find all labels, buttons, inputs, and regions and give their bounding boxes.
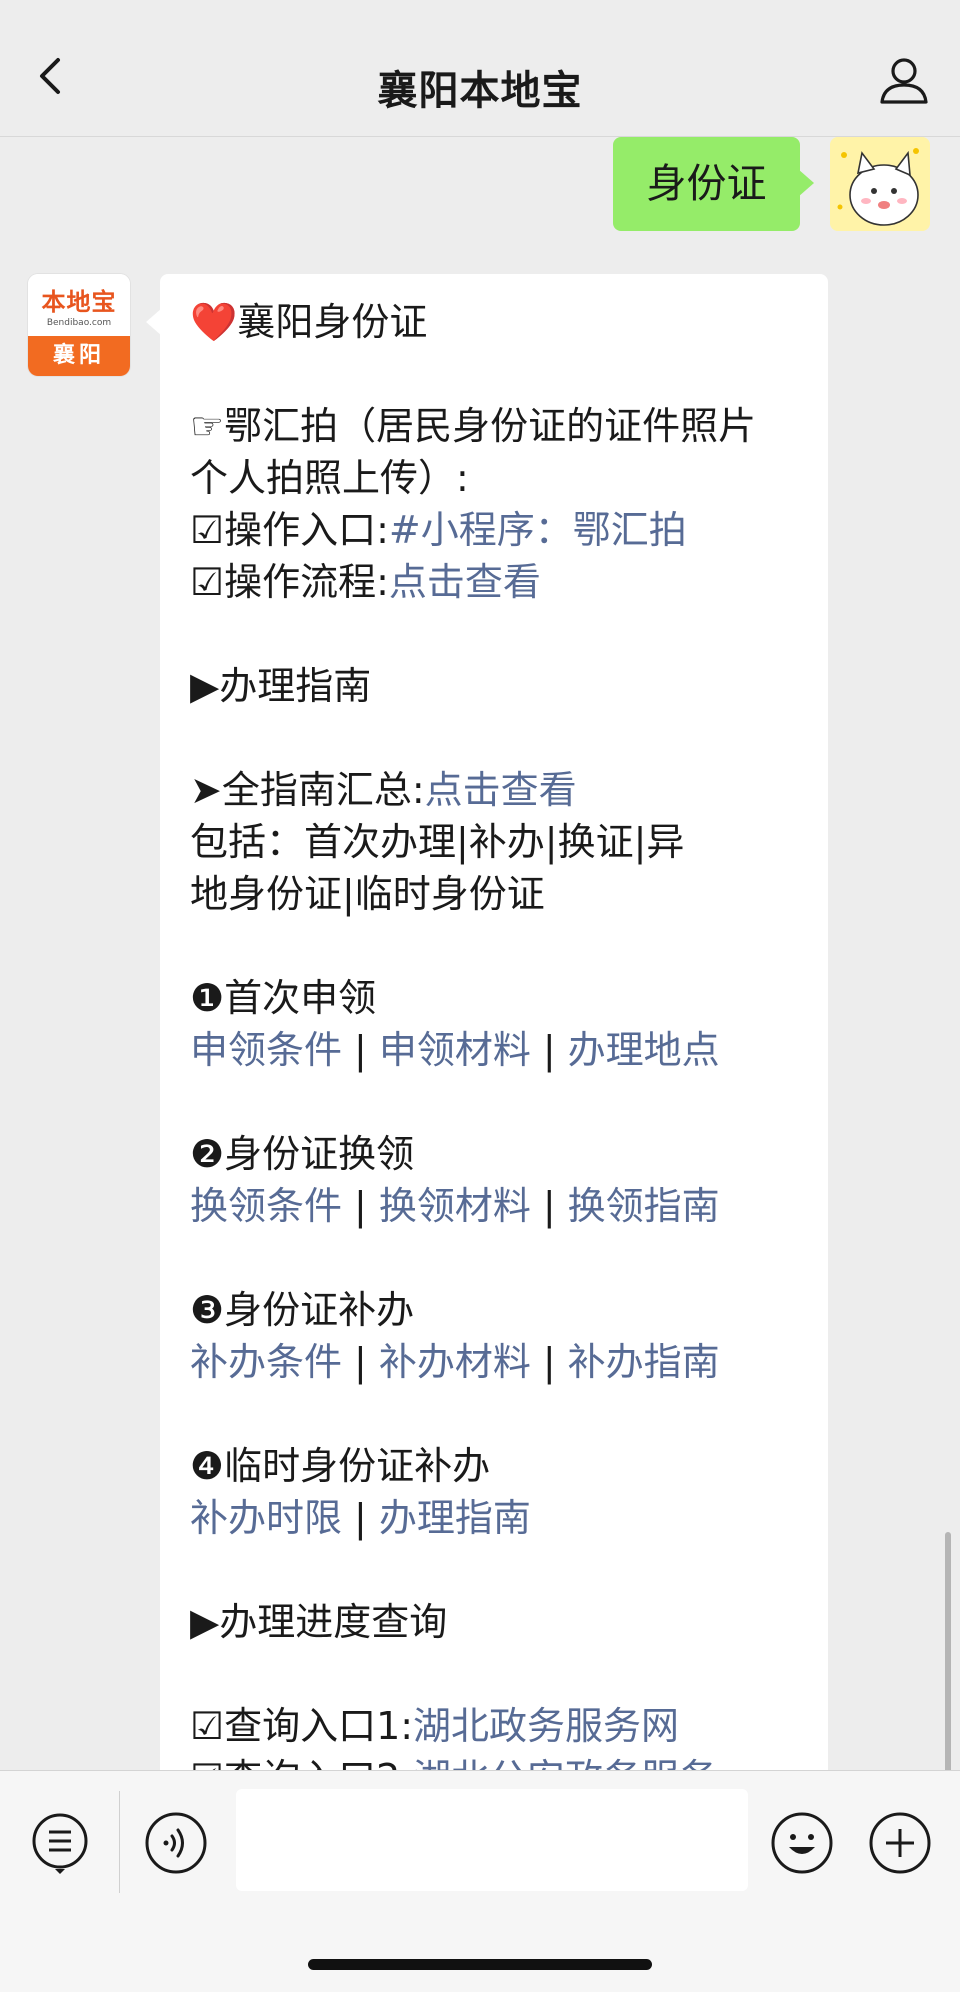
apply-locations-link[interactable]: 办理地点: [568, 1028, 720, 1072]
includes-line2: 地身份证|临时身份证: [190, 872, 545, 916]
bot-avatar[interactable]: 本地宝 Bendibao.com 襄阳: [28, 274, 130, 376]
message-title: ❤️襄阳身份证: [190, 300, 428, 344]
entry-line: ☑操作入口:#小程序：鄂汇拍: [190, 504, 810, 556]
entry-label: ☑操作入口:: [190, 508, 389, 552]
chat-title: 襄阳本地宝: [377, 68, 583, 114]
user-avatar[interactable]: [830, 137, 930, 231]
cat-sticker-icon: [830, 137, 930, 231]
logo-text: 本地宝: [41, 288, 117, 316]
section-temporary-links: 补办时限 | 办理指南: [190, 1496, 531, 1540]
process-view-link[interactable]: 点击查看: [389, 560, 541, 604]
section-first-apply-links: 申领条件 | 申领材料 | 办理地点: [190, 1028, 720, 1072]
scrollbar[interactable]: [945, 1532, 951, 1770]
progress-heading: ▶办理进度查询: [190, 1600, 448, 1644]
renewal-conditions-link[interactable]: 换领条件: [190, 1184, 342, 1228]
reissue-materials-link[interactable]: 补办材料: [379, 1340, 531, 1384]
apply-materials-link[interactable]: 申领材料: [379, 1028, 531, 1072]
logo-city: 襄阳: [28, 336, 130, 376]
section-temporary-title: ❹临时身份证补办: [190, 1444, 491, 1488]
summary-line: ➤全指南汇总:点击查看: [190, 764, 810, 816]
menu-icon[interactable]: [28, 1811, 92, 1875]
input-bar: [0, 1770, 960, 1992]
ehuipai-intro-line2: 个人拍照上传）:: [190, 456, 469, 500]
bot-message-text: ❤️襄阳身份证 ☞鄂汇拍（居民身份证的证件照片 个人拍照上传）: ☑操作入口:#…: [190, 296, 810, 1770]
temporary-guide-link[interactable]: 办理指南: [379, 1496, 531, 1540]
process-label: ☑操作流程:: [190, 560, 389, 604]
logo-sub: Bendibao.com: [46, 318, 112, 328]
hubei-gov-service-link[interactable]: 湖北政务服务网: [413, 1704, 679, 1748]
message-input[interactable]: [236, 1789, 748, 1891]
query2-line: ☑查询入口2:湖北公安政务服务: [190, 1752, 810, 1770]
summary-label: ➤全指南汇总:: [190, 768, 425, 812]
guide-heading: ▶办理指南: [190, 664, 372, 708]
section-renewal-links: 换领条件 | 换领材料 | 换领指南: [190, 1184, 720, 1228]
renewal-guide-link[interactable]: 换领指南: [568, 1184, 720, 1228]
reissue-guide-link[interactable]: 补办指南: [568, 1340, 720, 1384]
hubei-police-service-link[interactable]: 湖北公安政务服务: [413, 1756, 717, 1770]
bendibao-logo: 本地宝 Bendibao.com: [28, 274, 130, 336]
miniprogram-link[interactable]: #小程序：鄂汇拍: [389, 508, 687, 552]
renewal-materials-link[interactable]: 换领材料: [379, 1184, 531, 1228]
temporary-timelimit-link[interactable]: 补办时限: [190, 1496, 342, 1540]
emoji-icon[interactable]: [770, 1811, 834, 1875]
home-indicator: [308, 1959, 652, 1970]
section-first-apply-title: ❶首次申领: [190, 976, 377, 1020]
query2-label: ☑查询入口2:: [190, 1756, 413, 1770]
query1-line: ☑查询入口1:湖北政务服务网: [190, 1700, 810, 1752]
bot-message-bubble: ❤️襄阳身份证 ☞鄂汇拍（居民身份证的证件照片 个人拍照上传）: ☑操作入口:#…: [146, 274, 828, 1770]
reissue-conditions-link[interactable]: 补办条件: [190, 1340, 342, 1384]
includes-line1: 包括：首次办理|补办|换证|异: [190, 820, 685, 864]
process-line: ☑操作流程:点击查看: [190, 556, 810, 608]
profile-icon[interactable]: [876, 52, 932, 108]
ehuipai-intro-line1: ☞鄂汇拍（居民身份证的证件照片: [190, 404, 757, 448]
chat-area[interactable]: 身份证 本地宝 Bendibao.com 襄阳 ❤️襄阳身份证 ☞鄂汇拍（居民身…: [0, 137, 960, 1770]
section-renewal-title: ❷身份证换领: [190, 1132, 415, 1176]
query1-label: ☑查询入口1:: [190, 1704, 414, 1748]
summary-view-link[interactable]: 点击查看: [425, 768, 577, 812]
chat-header: 襄阳本地宝: [0, 0, 960, 137]
plus-icon[interactable]: [868, 1811, 932, 1875]
voice-icon[interactable]: [144, 1811, 208, 1875]
input-divider: [119, 1791, 120, 1893]
section-reissue-title: ❸身份证补办: [190, 1288, 415, 1332]
apply-conditions-link[interactable]: 申领条件: [190, 1028, 342, 1072]
section-reissue-links: 补办条件 | 补办材料 | 补办指南: [190, 1340, 720, 1384]
user-message-bubble[interactable]: 身份证: [613, 137, 814, 231]
